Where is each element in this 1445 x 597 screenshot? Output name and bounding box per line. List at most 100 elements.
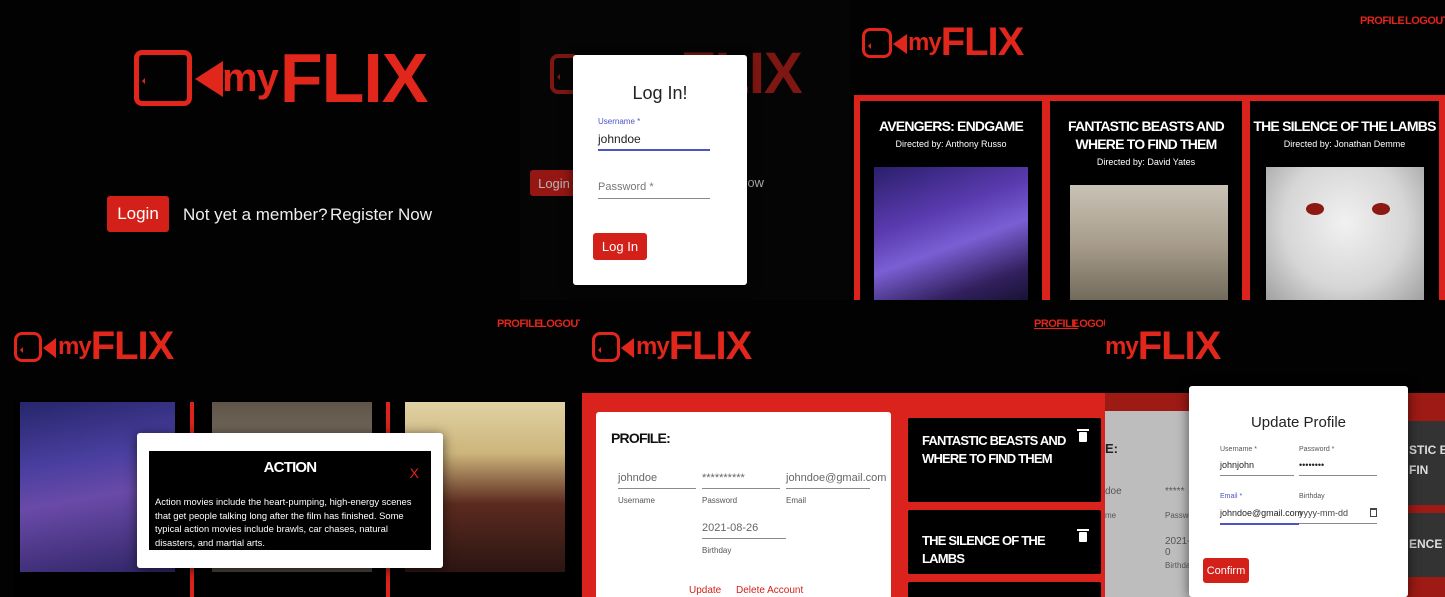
movie-card[interactable]: THE SILENCE OF THE LAMBS Directed by: Jo… <box>1250 101 1439 300</box>
login-panel: FLIX Login r Now Log In! Username * john… <box>520 0 850 300</box>
profile-panel: my FLIX PROFILE LOGOUT PROFILE: johndoe … <box>580 300 1105 597</box>
profile-password: ********** <box>702 472 745 484</box>
logout-link[interactable]: LOGOUT <box>1073 318 1105 330</box>
bg-text: E: <box>1105 441 1118 456</box>
login-button[interactable]: Login <box>107 196 169 232</box>
genre-description: Action movies include the heart-pumping,… <box>155 496 412 548</box>
username-underline <box>618 488 696 489</box>
update-dialog: Update Profile Username * johnjohn Passw… <box>1189 386 1408 597</box>
camera-icon <box>14 331 56 362</box>
password-label: Password * <box>1299 446 1335 453</box>
movie-title: THE SILENCE OF THE LAMBS <box>1253 118 1436 134</box>
password-input[interactable]: Password * <box>598 181 654 193</box>
bg-text: FIN <box>1409 463 1429 477</box>
password-label: Password <box>702 496 738 505</box>
login-title: Log In! <box>632 83 688 103</box>
camera-icon <box>134 50 223 106</box>
brand-flix: FLIX <box>279 39 429 117</box>
movie-poster[interactable] <box>1070 185 1228 300</box>
genre-title: ACTION <box>263 459 318 476</box>
brand-my: my <box>636 332 670 360</box>
profile-card: PROFILE: johndoe Username ********** Pas… <box>596 412 891 597</box>
password-underline <box>1299 475 1377 476</box>
brand-logo: my FLIX <box>862 20 1025 65</box>
bg-fav-card: STIC B FIN <box>1405 421 1445 505</box>
profile-link[interactable]: PROFILE <box>497 318 542 330</box>
not-member-text: Not yet a member? <box>183 205 328 224</box>
birthday-label: Birthday <box>1299 493 1325 500</box>
movie-poster[interactable] <box>874 167 1028 300</box>
eye-right <box>1372 203 1390 215</box>
password-input[interactable]: •••••••• <box>1299 460 1324 470</box>
profile-area: PROFILE: johndoe Username ********** Pas… <box>582 393 1105 597</box>
favorite-title: THE SILENCE OF THE LAMBS <box>922 533 1046 567</box>
register-link[interactable]: Register Now <box>330 205 432 225</box>
brand-my: my <box>1105 332 1139 360</box>
bg-login-button: Login <box>530 170 578 196</box>
favorite-title: FANTASTIC BEASTS AND WHERE TO FIND THEM <box>922 433 1066 467</box>
profile-email: johndoe@gmail.com <box>786 472 887 484</box>
brand-my: my <box>222 55 279 100</box>
profile-heading: PROFILE: <box>611 430 671 446</box>
movie-poster[interactable] <box>1266 167 1424 300</box>
movie-card[interactable]: AVENGERS: ENDGAME Directed by: Anthony R… <box>860 101 1042 300</box>
welcome-panel: my FLIX Login Not yet a member? Register… <box>0 0 568 300</box>
bg-text: doe <box>1105 486 1122 497</box>
movie-grid: AVENGERS: ENDGAME Directed by: Anthony R… <box>854 95 1445 300</box>
camera-icon <box>862 27 907 58</box>
brand-flix: FLIX <box>90 324 175 368</box>
movie-title: FANTASTIC BEASTS AND WHERE TO FIND THEM <box>1068 118 1225 153</box>
confirm-button[interactable]: Confirm <box>1203 558 1249 583</box>
username-underline <box>598 149 710 151</box>
username-underline <box>1220 475 1294 476</box>
password-underline <box>598 198 710 199</box>
username-label: Username <box>618 496 655 505</box>
email-label: Email * <box>1220 493 1243 500</box>
movie-card[interactable]: FANTASTIC BEASTS AND WHERE TO FIND THEM … <box>1050 101 1242 300</box>
delete-account-button[interactable]: Delete Account <box>736 585 803 596</box>
profile-username: johndoe <box>618 472 658 484</box>
brand-my: my <box>58 332 92 360</box>
brand-logo: my FLIX <box>1105 324 1222 369</box>
username-input[interactable]: johndoe <box>598 132 641 146</box>
brand-logo: my FLIX <box>14 324 175 369</box>
genre-dialog: ACTION X Action movies include the heart… <box>137 433 443 568</box>
login-submit-button[interactable]: Log In <box>593 233 647 260</box>
logout-link[interactable]: LOGOUT <box>540 318 580 330</box>
favorite-card[interactable] <box>908 582 1101 597</box>
brand-flix: FLIX <box>668 324 753 368</box>
brand-flix: FLIX <box>940 20 1025 64</box>
birthday-label: Birthday <box>702 546 732 555</box>
eye-left <box>1306 203 1324 215</box>
favorite-card[interactable]: FANTASTIC BEASTS AND WHERE TO FIND THEM <box>908 418 1101 502</box>
birthday-underline <box>1299 523 1377 524</box>
email-label: Email <box>786 496 807 505</box>
profile-link[interactable]: PROFILE <box>1034 318 1079 330</box>
password-underline <box>702 488 780 489</box>
brand-my: my <box>908 28 942 56</box>
brand-flix: FLIX <box>1137 324 1222 368</box>
profile-link[interactable]: PROFILE <box>1360 15 1405 27</box>
update-title: Update Profile <box>1250 414 1347 431</box>
username-label: Username * <box>598 117 641 126</box>
bg-text: STIC B <box>1409 443 1445 457</box>
movie-title: AVENGERS: ENDGAME <box>878 118 1024 134</box>
username-input[interactable]: johnjohn <box>1220 460 1254 470</box>
profile-birthday: 2021-08-26 <box>702 522 759 534</box>
email-underline <box>786 488 870 489</box>
movies-panel: my FLIX PROFILE LOGOUT AVENGERS: ENDGAME… <box>850 0 1445 300</box>
close-icon[interactable]: X <box>410 465 419 481</box>
camera-icon <box>592 331 634 362</box>
bg-profile-card: E: doe me ***** Password 2021-0 Birthday <box>1105 411 1200 597</box>
logout-link[interactable]: LOGOUT <box>1405 15 1445 27</box>
update-button[interactable]: Update <box>689 585 721 596</box>
bg-fav-card: ENCE O <box>1405 513 1445 577</box>
trash-icon[interactable] <box>1077 429 1089 442</box>
birthday-underline <box>702 538 786 539</box>
username-label: Username * <box>1220 446 1257 453</box>
favorite-card[interactable]: THE SILENCE OF THE LAMBS <box>908 510 1101 574</box>
calendar-icon[interactable] <box>1370 508 1377 517</box>
birthday-input[interactable]: yyyy-mm-dd <box>1299 508 1348 518</box>
email-input[interactable]: johndoe@gmail.com <box>1220 508 1302 518</box>
trash-icon[interactable] <box>1077 529 1089 542</box>
